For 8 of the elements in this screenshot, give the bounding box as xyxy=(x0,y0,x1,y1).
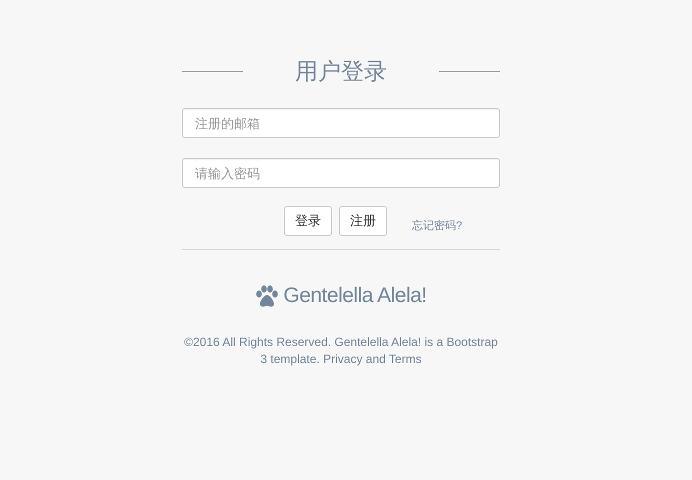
input-field[interactable]: 注册的邮箱 xyxy=(182,108,500,138)
input-field[interactable]: 请输入密码 xyxy=(182,158,500,188)
form-button[interactable]: 登录 xyxy=(284,206,332,236)
form-button[interactable]: 注册 xyxy=(339,206,387,236)
brand-name: Gentelella Alela! xyxy=(283,284,427,308)
paw-icon xyxy=(255,285,280,307)
copyright-text: ©2016 All Rights Reserved. Gentelella Alela! is a Bootstrap 3 template. Privacy and Terms xyxy=(183,334,499,368)
login-title: 用户登录 xyxy=(294,56,388,86)
